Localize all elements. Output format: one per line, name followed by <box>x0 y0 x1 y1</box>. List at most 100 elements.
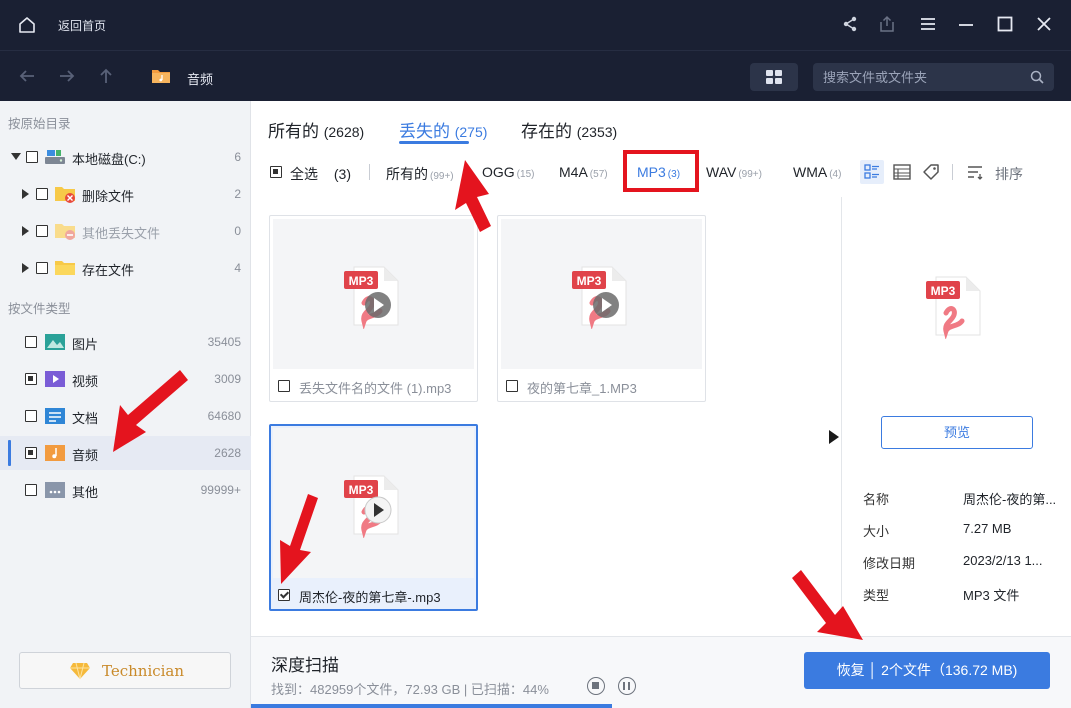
scan-title: 深度扫描 <box>271 656 339 675</box>
filter-count: (4) <box>829 169 842 180</box>
filter-wma[interactable]: WMA (4) <box>793 164 841 180</box>
active-tab-indicator <box>399 141 469 144</box>
tree-item-other-lost-files[interactable]: 其他丢失文件 0 <box>0 216 251 246</box>
search-input[interactable] <box>823 67 1023 87</box>
type-checkbox[interactable] <box>25 484 37 496</box>
file-thumbnail[interactable]: MP3 <box>273 428 474 578</box>
up-arrow-icon[interactable] <box>97 67 115 85</box>
file-checkbox[interactable] <box>278 380 290 392</box>
preview-button[interactable]: 预览 <box>881 416 1033 449</box>
type-item-audio[interactable]: 音频 2628 <box>0 436 251 470</box>
minimize-icon[interactable] <box>956 14 976 34</box>
filter-all[interactable]: 所有的 (99+) <box>386 164 454 184</box>
tab-all[interactable]: 所有的 (2628) <box>268 117 364 142</box>
export-icon[interactable] <box>877 14 897 34</box>
tree-item-label: 存在文件 <box>82 263 135 278</box>
navigation-bar: 音频 <box>0 50 1071 101</box>
mp3-file-icon: MP3 <box>572 266 627 329</box>
type-item-images[interactable]: 图片 35405 <box>0 327 251 357</box>
original-directory-heading: 按原始目录 <box>8 117 71 131</box>
share-icon[interactable] <box>840 14 860 34</box>
collapse-panel-icon[interactable] <box>829 430 839 444</box>
tree-item-count: 0 <box>234 224 241 238</box>
type-item-videos[interactable]: 视频 3009 <box>0 364 251 394</box>
tree-checkbox[interactable] <box>36 225 48 237</box>
sort-icon[interactable] <box>965 162 985 182</box>
tree-item-deleted-files[interactable]: 删除文件 2 <box>0 179 251 209</box>
expand-caret-icon[interactable] <box>22 226 29 236</box>
breadcrumb[interactable]: 音频 <box>187 69 213 88</box>
tree-item-local-disk[interactable]: 本地磁盘(C:) 6 <box>0 142 251 172</box>
image-icon <box>45 334 65 350</box>
tree-checkbox[interactable] <box>36 262 48 274</box>
sort-label[interactable]: 排序 <box>995 164 1023 184</box>
search-icon[interactable] <box>1030 70 1044 84</box>
list-view-icon[interactable] <box>892 162 912 182</box>
scan-progress-bar <box>251 704 612 708</box>
type-item-count: 2628 <box>214 446 241 460</box>
filter-m4a[interactable]: M4A (57) <box>559 164 608 180</box>
pause-scan-button[interactable] <box>618 677 636 695</box>
pause-icon-bar <box>628 682 630 690</box>
type-item-label: 其他 <box>72 485 99 500</box>
expand-caret-icon[interactable] <box>22 263 29 273</box>
mp3-file-icon: MP3 <box>926 276 981 339</box>
meta-value: 2023/2/13 1... <box>963 553 1043 568</box>
tab-lost[interactable]: 丢失的 (275) <box>399 117 487 142</box>
file-thumbnail[interactable]: MP3 <box>501 219 702 369</box>
lost-folder-icon <box>55 224 75 240</box>
forward-arrow-icon[interactable] <box>58 67 76 85</box>
tree-item-label: 本地磁盘(C:) <box>72 152 146 167</box>
filter-ogg[interactable]: OGG (15) <box>482 164 534 180</box>
select-all-text: 全选 <box>290 166 318 182</box>
file-card[interactable]: MP3 丢失文件名的文件 (1).mp3 <box>269 215 478 402</box>
type-item-label: 音频 <box>72 448 99 463</box>
grid-view-button[interactable] <box>750 63 798 91</box>
back-arrow-icon[interactable] <box>18 67 36 85</box>
type-checkbox[interactable] <box>25 447 37 459</box>
select-all-label[interactable]: 全选 (3) <box>290 164 351 184</box>
tree-checkbox[interactable] <box>26 151 38 163</box>
file-card[interactable]: MP3 夜的第七章_1.MP3 <box>497 215 706 402</box>
tag-icon[interactable] <box>921 162 941 182</box>
tree-item-existing-files[interactable]: 存在文件 4 <box>0 253 251 283</box>
type-checkbox[interactable] <box>25 373 37 385</box>
main-panel: 所有的 (2628) 丢失的 (275) 存在的 (2353) 全选 (3) 所… <box>251 101 1071 636</box>
detail-view-button[interactable] <box>860 160 884 184</box>
type-checkbox[interactable] <box>25 410 37 422</box>
tree-checkbox[interactable] <box>36 188 48 200</box>
tab-count: (275) <box>454 124 488 140</box>
file-card-selected[interactable]: MP3 周杰伦-夜的第七章-.mp3 <box>269 424 478 611</box>
divider <box>952 164 953 180</box>
back-home-link[interactable]: 返回首页 <box>58 17 106 34</box>
home-icon[interactable] <box>18 16 36 34</box>
maximize-icon[interactable] <box>995 14 1015 34</box>
filter-wav[interactable]: WAV (99+) <box>706 164 762 180</box>
stop-scan-button[interactable] <box>587 677 605 695</box>
file-thumbnail[interactable]: MP3 <box>273 219 474 369</box>
diamond-icon <box>70 662 90 680</box>
select-all-checkbox[interactable] <box>270 166 282 178</box>
recover-button[interactable]: 恢复 │ 2个文件（136.72 MB) <box>804 652 1050 689</box>
tab-label: 丢失的 <box>399 122 450 141</box>
collapse-caret-icon[interactable] <box>11 153 21 160</box>
type-item-documents[interactable]: 文档 64680 <box>0 401 251 431</box>
mp3-badge-text: MP3 <box>931 284 956 298</box>
file-checkbox[interactable] <box>278 589 290 601</box>
search-box[interactable] <box>813 63 1054 91</box>
expand-caret-icon[interactable] <box>22 189 29 199</box>
mp3-file-icon: MP3 <box>344 266 399 329</box>
close-icon[interactable] <box>1034 14 1054 34</box>
file-name: 周杰伦-夜的第七章-.mp3 <box>299 590 441 605</box>
menu-icon[interactable] <box>918 14 938 34</box>
technician-button[interactable]: Technician <box>19 652 231 689</box>
meta-value: 7.27 MB <box>963 521 1012 536</box>
tree-item-count: 6 <box>234 150 241 164</box>
grid-icon <box>766 70 782 84</box>
type-checkbox[interactable] <box>25 336 37 348</box>
type-item-label: 文档 <box>72 411 99 426</box>
tab-existing[interactable]: 存在的 (2353) <box>521 117 617 142</box>
type-item-count: 64680 <box>207 409 241 423</box>
file-checkbox[interactable] <box>506 380 518 392</box>
type-item-others[interactable]: 其他 99999+ <box>0 475 251 505</box>
